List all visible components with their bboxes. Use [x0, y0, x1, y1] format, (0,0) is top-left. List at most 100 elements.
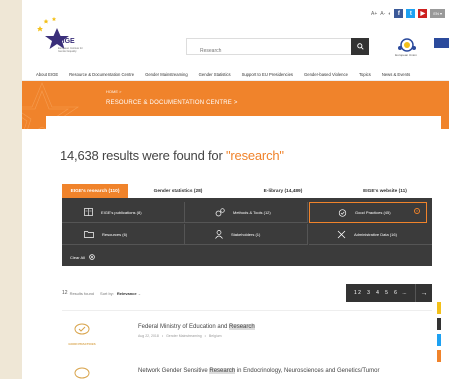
results-found-count: 12 [62, 290, 68, 296]
checkmark-badge-icon [74, 323, 90, 335]
filter-good-practices[interactable]: Good Practices (45) × [309, 202, 427, 223]
gears-icon [215, 207, 225, 216]
content-card: 14,638 results were found for "research"… [46, 116, 441, 379]
results-count-text: 14,638 results were found for [60, 148, 223, 163]
side-tab[interactable] [437, 350, 441, 362]
result-title-highlight: Research [229, 324, 255, 330]
nav-item-news-events[interactable]: News & Events [382, 72, 410, 77]
result-country: Belgium [208, 334, 222, 338]
filter-panel: EIGE's publications (8) Methods & Tools … [62, 198, 432, 266]
facebook-icon[interactable]: f [394, 9, 404, 18]
result-area: Gender Mainstreaming [166, 334, 202, 338]
utility-bar: A+ A- ◐ f t ▶ EN ▾ [371, 9, 445, 18]
page: EIGE European Institute for Gender Equal… [22, 0, 449, 379]
clear-all-label: Clear All [70, 254, 85, 260]
close-icon[interactable]: × [414, 208, 420, 214]
sort-value: Relevance [116, 290, 137, 296]
tab-gender-statistics[interactable]: Gender statistics (28) [128, 184, 228, 198]
language-select[interactable]: EN ▾ [430, 9, 445, 18]
result-date: Aug 22, 2018 [138, 334, 159, 338]
font-increase-button[interactable]: A+ [371, 11, 377, 17]
filter-label: Good Practices (45) [355, 210, 391, 215]
good-practice-badge: GOOD PRACTICES [62, 322, 102, 346]
chevron-down-icon: ⌄ [137, 290, 142, 296]
checkmark-badge-icon [74, 367, 90, 379]
page-4[interactable]: 4 [373, 290, 382, 296]
result-title-highlight: Research [209, 368, 236, 374]
filter-label: Methods & Tools (12) [233, 209, 271, 215]
tools-icon [337, 230, 346, 238]
results-found-label: Results found [69, 290, 95, 296]
site-header: EIGE European Institute for Gender Equal… [22, 0, 449, 68]
nav-item-topics[interactable]: Topics [359, 72, 371, 77]
side-share-bar [437, 302, 441, 366]
filter-eige-publications[interactable]: EIGE's publications (8) [62, 202, 185, 223]
result-title-text: Federal Ministry of Education and [138, 324, 230, 330]
good-practice-badge [62, 366, 102, 379]
filter-label: Stakeholders (1) [231, 231, 261, 237]
page-6[interactable]: 6 [391, 290, 400, 296]
filter-stakeholders[interactable]: Stakeholders (1) [185, 224, 308, 245]
filter-label: EIGE's publications (8) [101, 209, 142, 215]
twitter-icon[interactable]: t [406, 9, 416, 18]
filter-methods-tools[interactable]: Methods & Tools (12) [185, 202, 308, 223]
youtube-icon[interactable]: ▶ [418, 9, 428, 18]
search-query: "research" [226, 148, 284, 163]
page-1[interactable]: 1 [346, 290, 357, 296]
person-icon [215, 229, 223, 239]
language-label: EN [433, 11, 439, 16]
book-icon [84, 208, 93, 216]
result-item[interactable]: Network Gender Sensitive Research in End… [62, 366, 432, 379]
folder-icon [84, 231, 94, 238]
filter-label: Administrative Data (16) [354, 231, 397, 237]
side-tab[interactable] [437, 318, 441, 330]
results-heading: 14,638 results were found for "research" [60, 148, 284, 163]
page-5[interactable]: 5 [382, 290, 391, 296]
eu-flag-icon [434, 38, 449, 48]
page-3[interactable]: 3 [364, 290, 373, 296]
logo-name: EIGE [58, 38, 75, 45]
checkmark-badge-icon [338, 208, 347, 217]
search-input[interactable] [187, 43, 347, 59]
filter-administrative-data[interactable]: Administrative Data (16) [309, 224, 432, 245]
result-tabs: EIGE's research (110) Gender statistics … [62, 184, 432, 198]
tab-eige-research[interactable]: EIGE's research (110) [62, 184, 128, 198]
page-2[interactable]: 2 [355, 290, 364, 296]
result-title[interactable]: Network Gender Sensitive Research in End… [138, 368, 379, 374]
tab-eige-website[interactable]: EIGE's website (11) [338, 184, 432, 198]
page-ellipsis: ... [402, 290, 407, 296]
next-page-arrow-icon[interactable]: → [415, 284, 432, 302]
main-nav: About EIGE Resource & Documentation Cent… [22, 68, 449, 81]
nav-item-resource-centre[interactable]: Resource & Documentation Centre [69, 72, 134, 77]
pagination: 1 2 3 4 5 6 ... → [346, 284, 432, 302]
clear-all-button[interactable]: Clear All [70, 254, 95, 260]
result-title-text: Network Gender Sensitive [138, 368, 210, 374]
contrast-button[interactable]: ◐ [388, 11, 391, 17]
nav-item-gender-mainstreaming[interactable]: Gender Mainstreaming [145, 72, 188, 77]
nav-item-about[interactable]: About EIGE [36, 72, 58, 77]
side-tab[interactable] [437, 334, 441, 346]
divider [62, 310, 432, 311]
result-item[interactable]: GOOD PRACTICES Federal Ministry of Educa… [62, 322, 432, 352]
clear-icon [89, 254, 95, 260]
sort-by-label: Sort by: [100, 290, 114, 296]
breadcrumb[interactable]: HOME > [106, 89, 121, 94]
nav-item-gender-statistics[interactable]: Gender Statistics [199, 72, 231, 77]
logo-subtitle: European Institute for Gender Equality [58, 47, 83, 53]
filter-resources[interactable]: Resources (6) [62, 224, 185, 245]
filter-label: Resources (6) [102, 231, 128, 237]
result-title[interactable]: Federal Ministry of Education and Resear… [138, 324, 255, 330]
eu-logo-caption: European Union [395, 53, 417, 57]
nav-item-gender-violence[interactable]: Gender-based Violence [304, 72, 348, 77]
search-icon [356, 43, 364, 50]
search-button[interactable] [351, 38, 369, 55]
font-decrease-button[interactable]: A- [380, 11, 385, 17]
page-title: RESOURCE & DOCUMENTATION CENTRE > [106, 100, 238, 106]
side-tab[interactable] [437, 302, 441, 314]
result-meta: Aug 22, 2018 • Gender Mainstreaming • Belgiu… [138, 334, 222, 338]
nav-item-eu-presidencies[interactable]: Support to EU Presidencies [242, 72, 293, 77]
tab-e-library[interactable]: E-library (14,489) [228, 184, 338, 198]
search-box [186, 38, 369, 59]
badge-label: GOOD PRACTICES [68, 342, 96, 346]
sort-select[interactable]: Relevance ⌄ [117, 291, 141, 296]
